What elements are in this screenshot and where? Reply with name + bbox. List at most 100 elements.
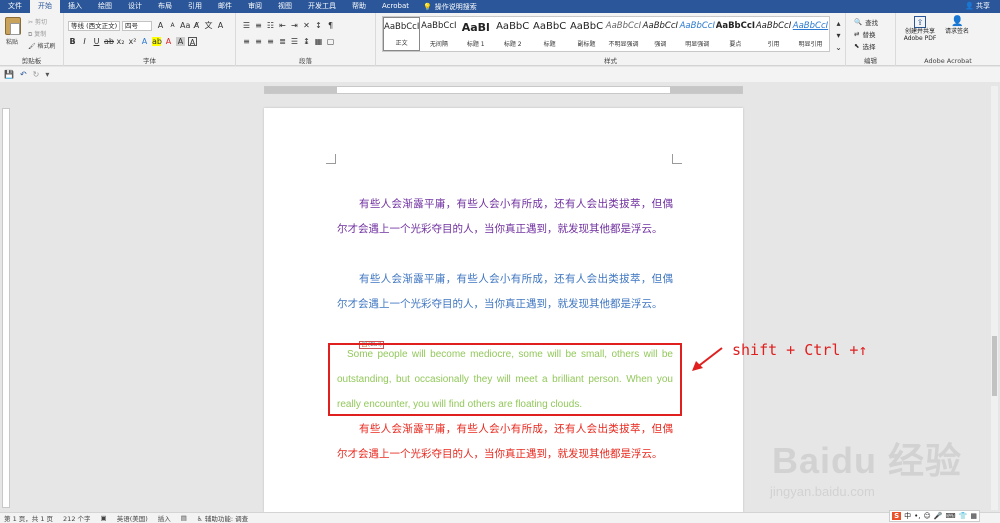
status-mode[interactable]: 插入 — [158, 513, 171, 523]
char-shading-icon[interactable]: A — [176, 37, 185, 46]
paragraph-red[interactable]: 有些人会渐露平庸，有些人会小有所成，还有人会出类拔萃，但偶尔才会遇上一个光彩夺目… — [337, 417, 673, 467]
vertical-ruler[interactable] — [2, 108, 10, 508]
tab-draw[interactable]: 绘图 — [90, 0, 120, 13]
multilevel-list-icon[interactable]: ☷ — [266, 21, 275, 30]
accessibility-status[interactable]: ♿ 辅助功能: 调查 — [197, 513, 248, 523]
skin-icon[interactable]: 👕 — [959, 512, 968, 520]
tab-developer[interactable]: 开发工具 — [300, 0, 344, 13]
styles-scroll-up-icon[interactable]: ▴ — [834, 19, 843, 28]
ime-lang[interactable]: 中 — [904, 511, 911, 521]
copy-button[interactable]: ⧉ 复制 — [28, 29, 46, 39]
style-heading-1[interactable]: AaBl 标题 1 — [457, 17, 494, 51]
create-share-pdf-button[interactable]: ⇪ 创建并共享 Adobe PDF — [900, 16, 940, 42]
tab-layout[interactable]: 布局 — [150, 0, 180, 13]
style-strong[interactable]: AaBbCcI 要点 — [716, 17, 755, 51]
scrollbar-thumb[interactable] — [992, 336, 997, 396]
sort-icon[interactable]: ↕ — [314, 21, 323, 30]
horizontal-ruler[interactable] — [264, 86, 743, 94]
punctuation-icon[interactable]: •, — [914, 512, 920, 520]
borders-icon[interactable]: ▢ — [326, 37, 335, 46]
tab-file[interactable]: 文件 — [0, 0, 30, 13]
paste-icon[interactable] — [5, 17, 21, 35]
style-quote[interactable]: AaBbCcI 引用 — [755, 17, 792, 51]
tab-home[interactable]: 开始 — [30, 0, 60, 13]
font-size-select[interactable]: 四号 — [122, 21, 152, 31]
find-button[interactable]: 🔍 查找 — [854, 17, 878, 27]
status-page[interactable]: 第 1 页，共 1 页 — [4, 513, 53, 523]
underline-icon[interactable]: U — [92, 37, 101, 46]
redo-icon[interactable]: ↻ — [33, 70, 40, 79]
styles-more-icon[interactable]: ⌄ — [834, 43, 843, 52]
document-page[interactable]: 有些人会渐露平庸，有些人会小有所成，还有人会出类拔萃，但偶尔才会遇上一个光彩夺目… — [264, 108, 743, 512]
highlight-icon[interactable]: ab — [152, 37, 162, 46]
cut-button[interactable]: ✂ 剪切 — [28, 17, 47, 26]
align-center-icon[interactable]: ≡ — [254, 37, 263, 46]
emoji-icon[interactable]: ☺ — [924, 512, 931, 520]
enclose-char-icon[interactable]: A — [216, 21, 225, 30]
styles-scroll-down-icon[interactable]: ▾ — [834, 31, 843, 40]
tab-insert[interactable]: 插入 — [60, 0, 90, 13]
style-title[interactable]: AaBbC 标题 — [531, 17, 568, 51]
select-button[interactable]: ⬉ 选择 — [854, 41, 875, 51]
tab-acrobat[interactable]: Acrobat — [374, 0, 417, 13]
bullets-icon[interactable]: ☰ — [242, 21, 251, 30]
increase-indent-icon[interactable]: ⇥ — [290, 21, 299, 30]
tab-review[interactable]: 审阅 — [240, 0, 270, 13]
proofing-icon[interactable]: ▣ — [101, 514, 107, 522]
tab-help[interactable]: 帮助 — [344, 0, 374, 13]
paragraph-purple[interactable]: 有些人会渐露平庸，有些人会小有所成，还有人会出类拔萃，但偶尔才会遇上一个光彩夺目… — [337, 192, 673, 242]
tab-view[interactable]: 视图 — [270, 0, 300, 13]
change-case-icon[interactable]: Aa — [180, 21, 190, 30]
italic-icon[interactable]: I — [80, 37, 89, 46]
chinese-layout-icon[interactable]: ✕ — [302, 21, 311, 30]
font-name-select[interactable]: 等线 (西文正文) — [68, 21, 120, 31]
numbering-icon[interactable]: ≡ — [254, 21, 263, 30]
undo-icon[interactable]: ↶ — [20, 70, 27, 79]
distributed-icon[interactable]: ☰ — [290, 37, 299, 46]
style-subtle-emphasis[interactable]: AaBbCcI 不明显强调 — [605, 17, 642, 51]
toolbox-icon[interactable]: ▦ — [970, 512, 977, 520]
paste-label[interactable]: 粘贴 — [6, 37, 18, 46]
tab-mailings[interactable]: 邮件 — [210, 0, 240, 13]
style-normal[interactable]: AaBbCcI 正文 — [383, 17, 421, 51]
customize-qat-icon[interactable]: ▾ — [45, 70, 49, 79]
shrink-font-icon[interactable]: A — [168, 21, 177, 30]
align-left-icon[interactable]: ≡ — [242, 37, 251, 46]
paragraph-blue[interactable]: 有些人会渐露平庸，有些人会小有所成，还有人会出类拔萃，但偶尔才会遇上一个光彩夺目… — [337, 267, 673, 317]
save-icon[interactable]: 💾 — [4, 70, 14, 79]
decrease-indent-icon[interactable]: ⇤ — [278, 21, 287, 30]
status-words[interactable]: 212 个字 — [63, 513, 90, 523]
style-intense-emphasis[interactable]: AaBbCcI 明显强调 — [679, 17, 716, 51]
style-emphasis[interactable]: AaBbCcI 强调 — [642, 17, 679, 51]
line-spacing-icon[interactable]: ↨ — [302, 37, 311, 46]
macro-icon[interactable]: ▤ — [181, 514, 187, 522]
sogou-logo[interactable]: S — [892, 512, 902, 520]
tell-me-search[interactable]: 💡 操作说明搜索 — [423, 2, 477, 12]
text-effects-icon[interactable]: A — [140, 37, 149, 46]
tab-references[interactable]: 引用 — [180, 0, 210, 13]
vertical-scrollbar[interactable] — [991, 86, 998, 510]
justify-icon[interactable]: ≣ — [278, 37, 287, 46]
style-no-spacing[interactable]: AaBbCcI 无间隔 — [420, 17, 457, 51]
mic-icon[interactable]: 🎤 — [934, 512, 943, 520]
subscript-icon[interactable]: x₂ — [116, 37, 125, 46]
bold-icon[interactable]: B — [68, 37, 77, 46]
clear-format-icon[interactable]: A̸ — [192, 21, 201, 30]
style-intense-quote[interactable]: AaBbCcI 明显引用 — [792, 17, 829, 51]
show-marks-icon[interactable]: ¶ — [326, 21, 335, 30]
align-right-icon[interactable]: ≡ — [266, 37, 275, 46]
format-painter-button[interactable]: 🖌 格式刷 — [28, 41, 56, 50]
grow-font-icon[interactable]: A — [156, 21, 165, 30]
keyboard-icon[interactable]: ⌨ — [946, 512, 956, 520]
tab-design[interactable]: 设计 — [120, 0, 150, 13]
request-signature-button[interactable]: 👤 请求签名 — [942, 16, 972, 35]
superscript-icon[interactable]: x² — [128, 37, 137, 46]
style-subtitle[interactable]: AaBbC 副标题 — [568, 17, 605, 51]
shading-icon[interactable]: ▦ — [314, 37, 323, 46]
style-heading-2[interactable]: AaBbC 标题 2 — [494, 17, 531, 51]
share-button[interactable]: 👤 共享 — [965, 0, 990, 13]
replace-button[interactable]: ⇄ 替换 — [854, 29, 875, 39]
font-color-icon[interactable]: A — [164, 37, 173, 46]
strikethrough-icon[interactable]: ab — [104, 37, 114, 46]
char-border-icon[interactable]: A — [188, 37, 197, 47]
